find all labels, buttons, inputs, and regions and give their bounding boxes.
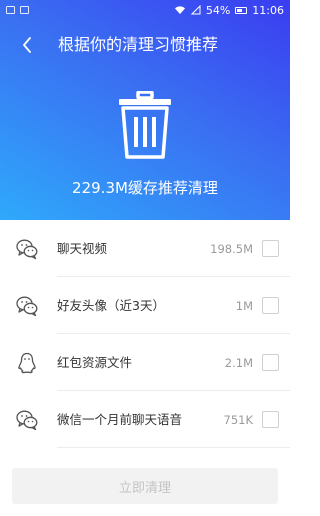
cache-summary: 229.3M缓存推荐清理 [72, 179, 218, 197]
notification-icon [20, 6, 29, 14]
title-bar: 根据你的清理习惯推荐 [0, 28, 290, 62]
list-item[interactable]: 红包资源文件 2.1M [0, 334, 290, 391]
clock: 11:06 [252, 3, 284, 17]
notification-icons [6, 6, 29, 14]
battery-percent: 54% [205, 3, 231, 17]
chat-icon [16, 410, 38, 431]
back-arrow-icon [23, 37, 31, 53]
item-checkbox[interactable] [262, 297, 279, 314]
list-item[interactable]: 聊天视频 198.5M [0, 220, 290, 277]
item-size: 751K [223, 413, 254, 427]
clean-now-button[interactable]: 立即清理 [12, 468, 278, 504]
item-label: 聊天视频 [57, 241, 108, 256]
item-size: 2.1M [224, 356, 253, 370]
item-label: 红包资源文件 [57, 355, 133, 370]
status-bar: 54% 11:06 [0, 0, 290, 20]
signal-icon [190, 5, 201, 15]
item-checkbox[interactable] [262, 240, 279, 257]
chat-icon [16, 296, 38, 317]
penguin-icon [18, 352, 36, 374]
notification-icon [6, 6, 15, 14]
item-label: 微信一个月前聊天语音 [57, 412, 183, 427]
battery-icon [235, 6, 248, 14]
list-item[interactable]: 微信一个月前聊天语音 751K [0, 391, 290, 448]
item-size: 198.5M [210, 242, 253, 256]
cleanup-list: 聊天视频 198.5M 好友头像（近3天） 1M 红包资源文件 2.1M 微信一… [0, 220, 290, 448]
trash-icon [119, 91, 171, 159]
item-label: 好友头像（近3天） [57, 298, 165, 313]
back-button[interactable] [16, 34, 38, 56]
item-checkbox[interactable] [262, 354, 279, 371]
list-item[interactable]: 好友头像（近3天） 1M [0, 277, 290, 334]
header-banner: 54% 11:06 根据你的清理习惯推荐 229.3M缓存推荐清理 [0, 0, 290, 220]
divider [57, 447, 290, 448]
page-title: 根据你的清理习惯推荐 [58, 35, 219, 54]
item-size: 1M [235, 299, 253, 313]
item-checkbox[interactable] [262, 411, 279, 428]
wifi-icon [174, 6, 185, 14]
chat-icon [16, 239, 38, 260]
